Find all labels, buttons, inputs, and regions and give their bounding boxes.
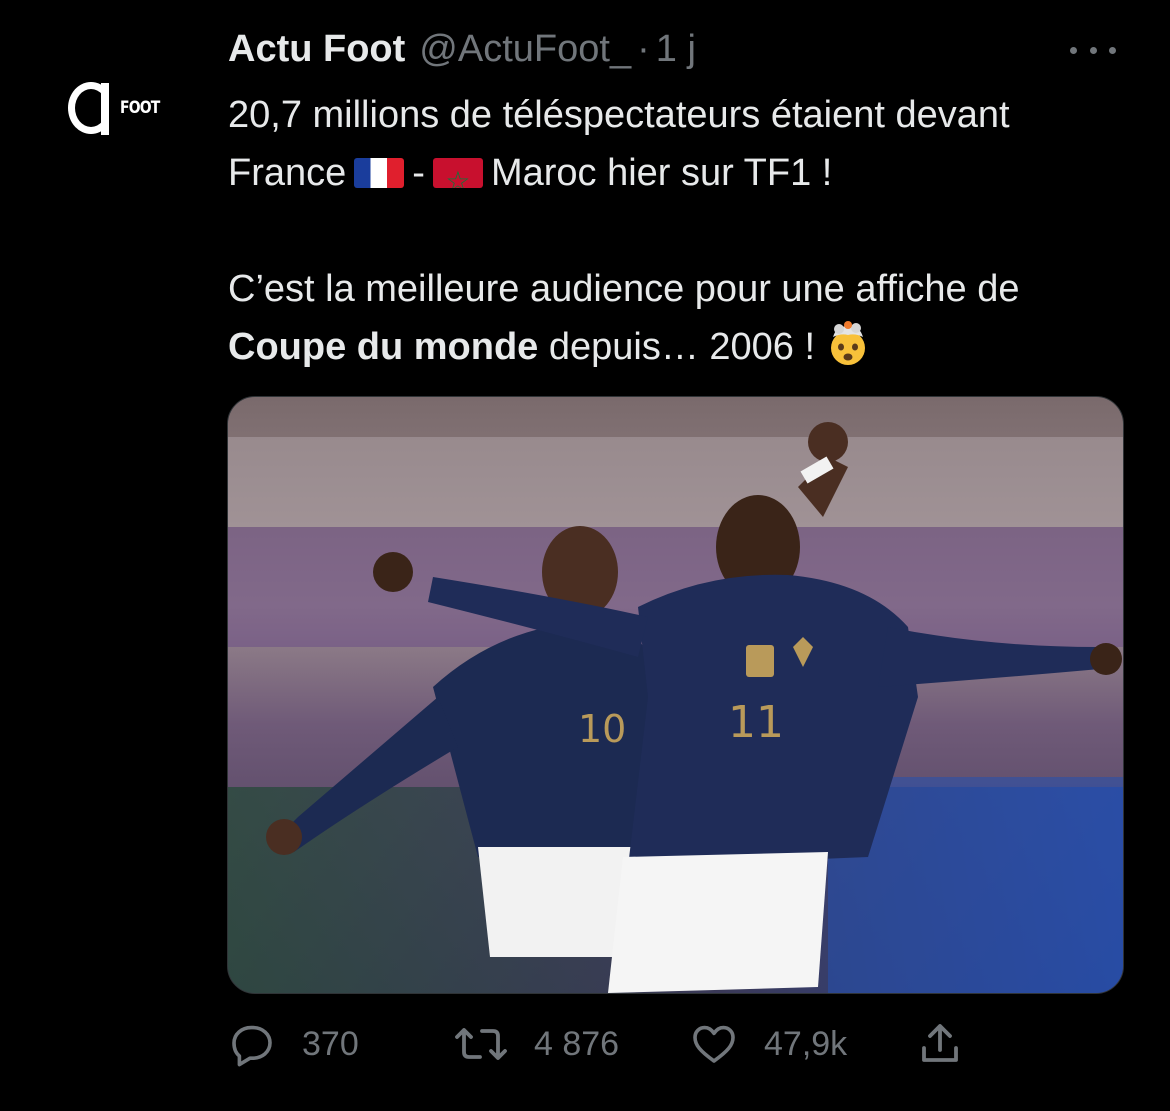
jersey-number-11: 11 <box>728 697 784 748</box>
tweet-media-photo[interactable]: 10 11 <box>227 396 1124 994</box>
retweet-icon <box>455 1028 507 1060</box>
flag-france-icon <box>354 158 405 188</box>
author-handle[interactable]: @ActuFoot_ <box>419 28 631 71</box>
heart-icon <box>693 1025 735 1063</box>
tweet-text-dash: - <box>412 152 425 194</box>
actufoot-logo-icon <box>68 82 114 135</box>
tweet-text-para2-prefix: C’est la meilleure audience pour une aff… <box>228 268 1020 310</box>
share-icon <box>922 1024 958 1062</box>
avatar-logo-text: FOOT <box>120 98 160 118</box>
reply-count: 370 <box>302 1024 359 1063</box>
tweet-text-line1-suffix: Maroc hier sur TF1 ! <box>490 152 833 194</box>
author-avatar[interactable]: FOOT <box>68 80 188 136</box>
like-button[interactable]: 47,9k <box>690 1016 847 1072</box>
reply-button[interactable]: 370 <box>228 1016 359 1072</box>
tweet-text-bold-phrase: Coupe du monde <box>228 326 539 368</box>
jersey-number-10: 10 <box>578 707 626 751</box>
flag-morocco-icon <box>432 158 483 188</box>
mind-blown-emoji-icon <box>825 321 871 367</box>
tweet-text-para2-suffix: depuis… 2006 ! <box>548 326 816 368</box>
players-celebrating-photo: 10 11 <box>228 397 1123 993</box>
like-count: 47,9k <box>764 1024 848 1063</box>
tweet-header: Actu Foot @ActuFoot_ · 1 j <box>228 28 696 76</box>
tweet[interactable]: FOOT Actu Foot @ActuFoot_ · 1 j 20,7 mil… <box>0 0 1170 1111</box>
header-separator: · <box>637 28 650 70</box>
tweet-actions: 370 4 876 47,9k <box>228 1016 988 1072</box>
retweet-count: 4 876 <box>534 1024 620 1063</box>
share-button[interactable] <box>916 1016 990 1072</box>
tweet-text: 20,7 millions de téléspectateurs étaient… <box>228 86 1128 376</box>
tweet-paragraph-1: 20,7 millions de téléspectateurs étaient… <box>228 86 1128 202</box>
author-display-name[interactable]: Actu Foot <box>228 28 405 71</box>
more-dots-icon[interactable] <box>1070 30 1116 70</box>
tweet-timestamp[interactable]: 1 j <box>656 28 696 71</box>
tweet-paragraph-2: C’est la meilleure audience pour une aff… <box>228 260 1128 376</box>
retweet-button[interactable]: 4 876 <box>454 1016 619 1072</box>
reply-icon <box>232 1025 272 1067</box>
